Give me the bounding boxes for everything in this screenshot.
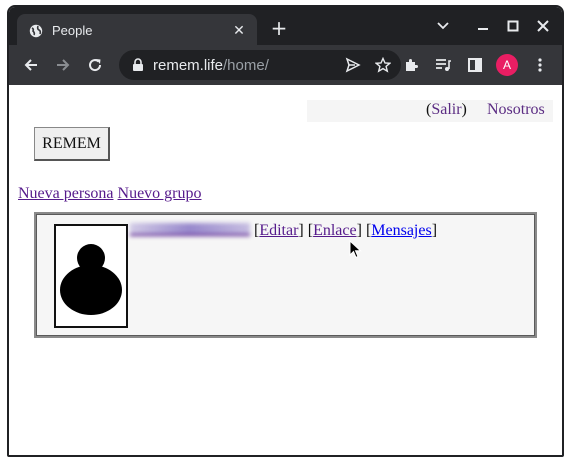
- new-tab-button[interactable]: +: [267, 16, 291, 40]
- profile-avatar[interactable]: A: [496, 54, 518, 76]
- forward-icon[interactable]: [51, 53, 75, 77]
- minimize-icon[interactable]: [472, 16, 494, 36]
- person-card-links: [Editar] [Enlace] [Mensajes]: [130, 222, 437, 240]
- url-text: remem.life/home/: [153, 57, 341, 74]
- url-path: /home/: [223, 56, 269, 74]
- extensions-icon[interactable]: [399, 53, 423, 77]
- tab-title: People: [52, 23, 93, 38]
- reload-icon[interactable]: [83, 53, 107, 77]
- media-queue-icon[interactable]: [431, 53, 455, 77]
- close-tab-icon[interactable]: ✕: [229, 21, 249, 41]
- back-icon[interactable]: [19, 53, 43, 77]
- maximize-icon[interactable]: [502, 16, 524, 36]
- page-content: (Salir) Nosotros REMEM Nueva persona Nue…: [9, 85, 562, 455]
- close-window-icon[interactable]: [532, 16, 554, 36]
- new-group-link[interactable]: Nuevo grupo: [118, 185, 202, 202]
- logout-link[interactable]: Salir: [431, 101, 461, 118]
- browser-window: People ✕ + remem.life/home/ A (Salir) No…: [7, 5, 564, 457]
- person-card: [Editar] [Enlace] [Mensajes]: [34, 212, 537, 338]
- side-panel-icon[interactable]: [463, 53, 487, 77]
- tab-people[interactable]: People ✕: [17, 14, 257, 47]
- tab-search-icon[interactable]: [432, 16, 454, 36]
- salir-close-paren: ): [461, 101, 467, 118]
- address-bar[interactable]: remem.life/home/: [119, 50, 401, 80]
- top-nav: (Salir) Nosotros: [307, 100, 553, 122]
- globe-icon: [29, 24, 43, 38]
- messages-link[interactable]: Mensajes: [371, 222, 431, 239]
- send-icon[interactable]: [341, 53, 365, 77]
- edit-link[interactable]: Editar: [259, 222, 298, 239]
- menu-kebab-icon[interactable]: [528, 53, 552, 77]
- remem-home-button[interactable]: REMEM: [34, 127, 110, 161]
- salir-group: (Salir): [426, 101, 467, 119]
- url-host: remem.life: [153, 56, 224, 74]
- new-person-link[interactable]: Nueva persona: [18, 185, 114, 202]
- about-link[interactable]: Nosotros: [487, 101, 545, 119]
- browser-toolbar: remem.life/home/ A: [9, 45, 562, 85]
- person-avatar: [54, 224, 128, 328]
- bookmark-star-icon[interactable]: [371, 53, 395, 77]
- person-name-link-redacted[interactable]: [130, 223, 250, 236]
- mouse-pointer-icon: [349, 239, 363, 260]
- lock-icon[interactable]: [131, 58, 145, 72]
- share-link[interactable]: Enlace: [313, 222, 357, 239]
- action-links: Nueva persona Nuevo grupo: [18, 185, 202, 203]
- person-silhouette-icon: [60, 244, 122, 315]
- tab-strip: People ✕ +: [9, 7, 562, 47]
